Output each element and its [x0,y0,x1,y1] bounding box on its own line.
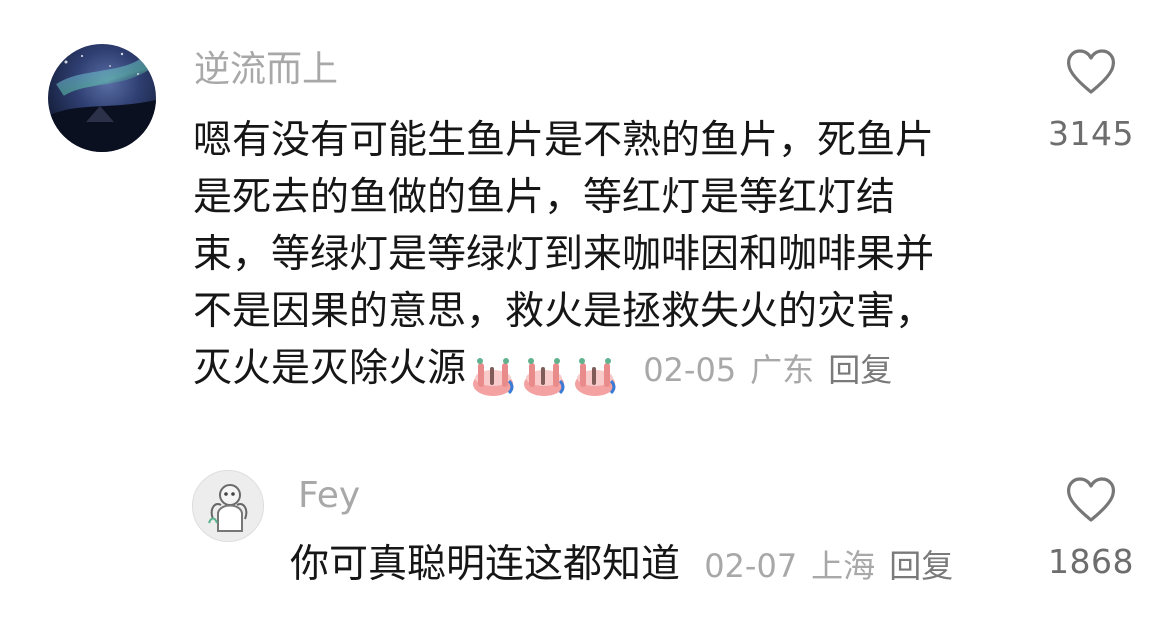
reply-button[interactable]: 回复 [828,351,892,389]
comment-meta: 02-05 广东 回复 [633,351,906,389]
reply-date: 02-07 [704,547,798,585]
emoji-group [468,346,621,403]
reply-text: 你可真聪明连这都知道 [290,542,681,587]
shrugging-bowl-emoji [524,357,565,396]
like-count: 1868 [1048,542,1134,581]
comment-line: 束，等绿灯是等绿灯到来咖啡因和咖啡果并 [193,232,935,277]
heart-outline-icon[interactable] [1065,48,1117,96]
shrugging-bowl-emoji [473,357,514,396]
comment-like[interactable]: 3145 [1036,48,1146,153]
reply-button[interactable]: 回复 [889,547,953,585]
comment-line: 嗯有没有可能生鱼片是不熟的鱼片，死鱼片 [193,118,935,163]
replier-avatar[interactable] [192,470,264,542]
reply-location: 上海 [811,547,876,585]
comment-location: 广东 [750,351,815,389]
reply-meta: 02-07 上海 回复 [694,547,967,585]
comment-last-line: 灭火是灭除火源 02-05 广东 回复 [193,340,1013,403]
comment-line: 灭火是灭除火源 [193,346,467,391]
reply-text-line: 你可真聪明连这都知道 02-07 上海 回复 [290,536,967,595]
heart-outline-icon[interactable] [1065,476,1117,524]
like-count: 3145 [1048,114,1134,153]
reply-like[interactable]: 1868 [1036,476,1146,581]
comment-text: 嗯有没有可能生鱼片是不熟的鱼片，死鱼片 是死去的鱼做的鱼片，等红灯是等红灯结 束… [193,112,1013,403]
comment-line: 是死去的鱼做的鱼片，等红灯是等红灯结 [193,175,896,220]
commenter-avatar[interactable] [48,44,156,152]
shrugging-bowl-emoji [575,357,616,396]
replier-name[interactable]: Fey [298,474,360,518]
commenter-name[interactable]: 逆流而上 [194,48,338,92]
comment-line: 不是因果的意思，救火是拯救失火的灾害， [193,289,935,334]
comment-date: 02-05 [643,351,737,389]
